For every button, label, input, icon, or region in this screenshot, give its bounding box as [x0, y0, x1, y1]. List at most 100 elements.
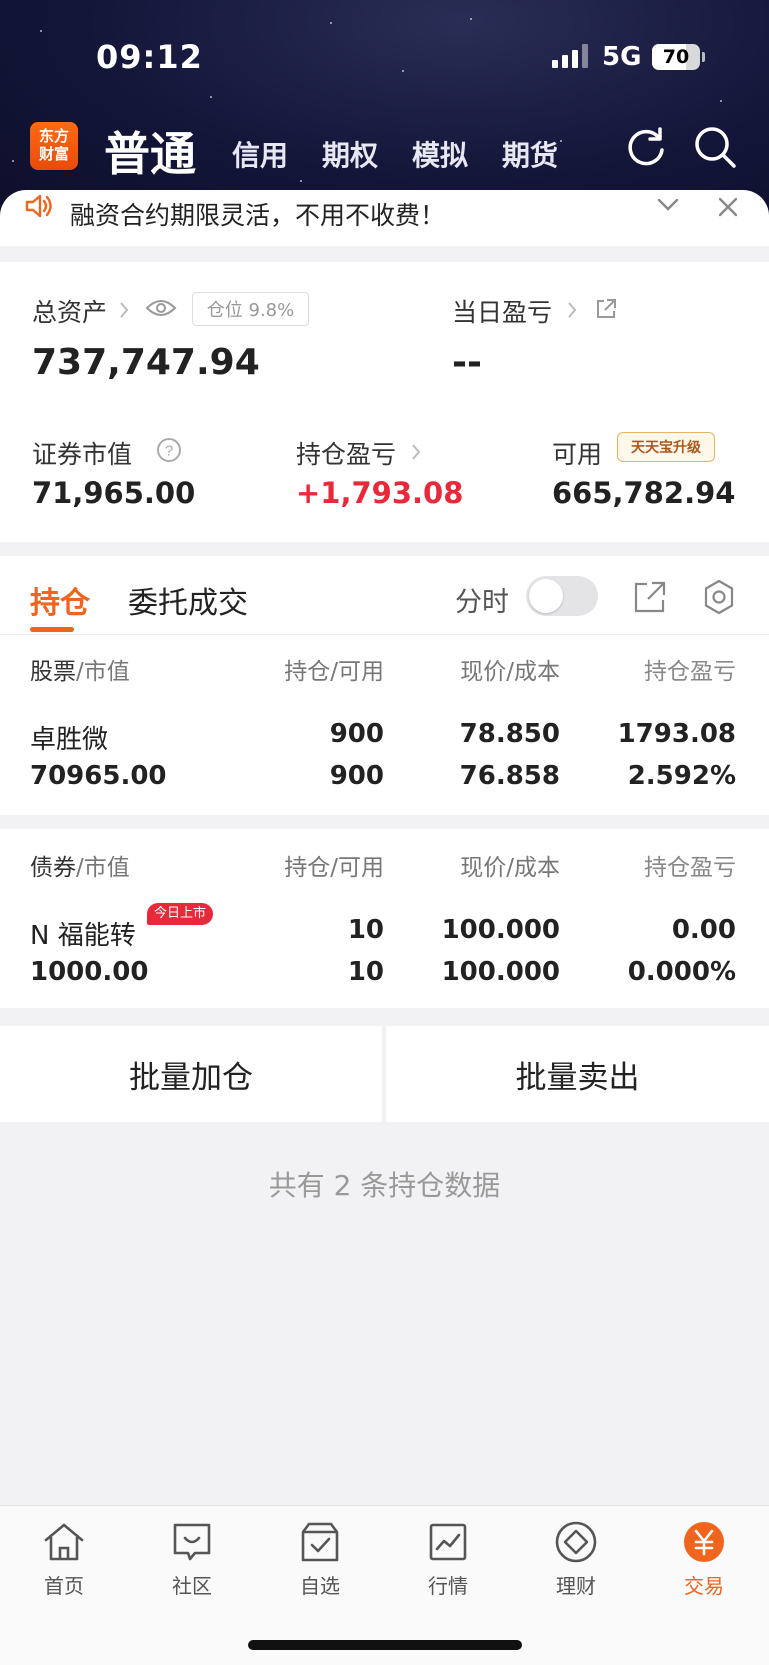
battery-icon: 70: [652, 44, 700, 70]
bond-col-name-main: 债券: [30, 855, 76, 881]
market-icon: [429, 1523, 467, 1561]
eye-icon[interactable]: [145, 296, 177, 320]
notice-bar[interactable]: 融资合约期限灵活，不用不收费！: [0, 190, 769, 246]
available-value: 665,782.94: [552, 476, 736, 510]
available-label: 可用: [552, 440, 603, 469]
stock-name: 卓胜微: [30, 725, 109, 755]
bond-qty: 10: [347, 915, 384, 945]
stock-col-name-main: 股票: [30, 659, 76, 685]
stock-col-name: 股票/市值: [30, 652, 130, 686]
svg-text:?: ?: [165, 443, 173, 460]
tabbar-label: 社区: [172, 1574, 212, 1598]
community-icon: [173, 1523, 211, 1561]
daily-pl-value: --: [452, 342, 482, 383]
tab-normal[interactable]: 普通: [104, 118, 196, 184]
bond-col-name-sub: /市值: [76, 855, 130, 881]
wealth-icon: [555, 1521, 597, 1563]
bond-price: 100.000: [441, 915, 560, 945]
bond-pl: 0.00: [671, 915, 736, 945]
tab-orders[interactable]: 委托成交: [128, 578, 248, 622]
listing-badge: 今日上市: [147, 903, 214, 925]
trade-icon: [684, 1522, 724, 1562]
stock-market-value: 70965.00: [30, 761, 167, 791]
speaker-icon: [25, 194, 52, 218]
share-icon[interactable]: [633, 580, 667, 614]
tabbar-community[interactable]: 社区: [142, 1520, 242, 1599]
bond-col-price: 现价/成本: [460, 855, 560, 881]
battery-level: 70: [662, 46, 690, 68]
home-indicator[interactable]: [248, 1640, 522, 1650]
tab-futures[interactable]: 期货: [502, 134, 558, 174]
battery-tip: [702, 52, 705, 62]
market-value: 71,965.00: [32, 476, 196, 510]
stock-col-qty: 持仓/可用: [284, 659, 384, 685]
chevron-down-icon[interactable]: [656, 196, 680, 214]
tabbar-label: 首页: [44, 1574, 84, 1598]
intraday-label: 分时: [455, 587, 509, 618]
daily-pl-label[interactable]: 当日盈亏: [452, 293, 552, 329]
upgrade-badge[interactable]: 天天宝升级: [617, 432, 715, 462]
table-row[interactable]: 卓胜微 70965.00 900 900 78.850 76.858 1793.…: [0, 700, 769, 810]
stock-price: 78.850: [459, 719, 560, 749]
tabbar-market[interactable]: 行情: [398, 1520, 498, 1599]
bond-available: 10: [347, 957, 384, 987]
holding-pl-label[interactable]: 持仓盈亏: [296, 435, 396, 471]
external-link-icon[interactable]: [594, 297, 618, 321]
logo-line1: 东方: [38, 127, 69, 145]
bond-market-value: 1000.00: [30, 957, 149, 987]
settings-icon[interactable]: [700, 578, 738, 616]
holdings-count: 共有 2 条持仓数据: [268, 1169, 501, 1202]
stock-col-price: 现价/成本: [460, 659, 560, 685]
tabbar-watchlist[interactable]: 自选: [270, 1520, 370, 1599]
close-icon[interactable]: [717, 196, 739, 218]
bond-pl-pct: 0.000%: [627, 957, 736, 987]
tab-positions[interactable]: 持仓: [30, 578, 90, 622]
chevron-right-icon: [412, 444, 421, 460]
stock-qty: 900: [329, 719, 384, 749]
tabbar-trade[interactable]: 交易: [654, 1520, 754, 1599]
tab-underline: [30, 627, 74, 632]
refresh-icon[interactable]: [623, 124, 669, 170]
tab-options[interactable]: 期权: [322, 134, 378, 174]
status-time: 09:12: [96, 38, 203, 76]
signal-icon: [552, 44, 588, 68]
tabbar-label: 行情: [428, 1574, 468, 1598]
tabbar-label: 理财: [556, 1574, 596, 1598]
table-row[interactable]: N 福能转 1000.00 10 10 100.000 100.000 0.00…: [0, 895, 769, 1005]
bond-col-pl: 持仓盈亏: [644, 855, 736, 881]
section-divider: [0, 815, 769, 829]
stock-pl: 1793.08: [617, 719, 736, 749]
intraday-toggle[interactable]: [526, 576, 598, 616]
app-logo: 东方 财富: [30, 122, 78, 170]
total-assets-label[interactable]: 总资产: [32, 293, 107, 329]
holding-pl: +1,793.08: [296, 476, 464, 510]
stock-pl-pct: 2.592%: [627, 761, 736, 791]
stock-col-name-sub: /市值: [76, 659, 130, 685]
tabbar-wealth[interactable]: 理财: [526, 1520, 626, 1599]
chevron-right-icon: [568, 302, 577, 318]
help-icon[interactable]: ?: [156, 437, 182, 463]
tab-simulation[interactable]: 模拟: [412, 134, 468, 174]
network-label: 5G: [602, 42, 642, 72]
search-icon[interactable]: [692, 124, 738, 170]
tab-credit[interactable]: 信用: [232, 134, 288, 174]
position-ratio-tag: 仓位 9.8%: [192, 292, 309, 326]
tabbar-home[interactable]: 首页: [14, 1520, 114, 1599]
stock-col-pl: 持仓盈亏: [644, 659, 736, 685]
stock-cost: 76.858: [459, 761, 560, 791]
bond-name: N 福能转: [30, 921, 136, 951]
batch-buy-button[interactable]: 批量加仓: [0, 1026, 382, 1122]
divider: [0, 634, 769, 635]
stock-available: 900: [329, 761, 384, 791]
home-icon: [44, 1523, 84, 1561]
notice-text: 融资合约期限灵活，不用不收费！: [70, 201, 446, 230]
bond-col-qty: 持仓/可用: [284, 855, 384, 881]
batch-sell-button[interactable]: 批量卖出: [386, 1026, 769, 1122]
bond-cost: 100.000: [441, 957, 560, 987]
chevron-right-icon: [120, 302, 129, 318]
watchlist-icon: [301, 1522, 339, 1562]
market-value-label: 证券市值: [32, 440, 133, 469]
logo-line2: 财富: [38, 145, 69, 163]
bond-col-name: 债券/市值: [30, 848, 130, 882]
total-assets-value: 737,747.94: [32, 342, 260, 383]
